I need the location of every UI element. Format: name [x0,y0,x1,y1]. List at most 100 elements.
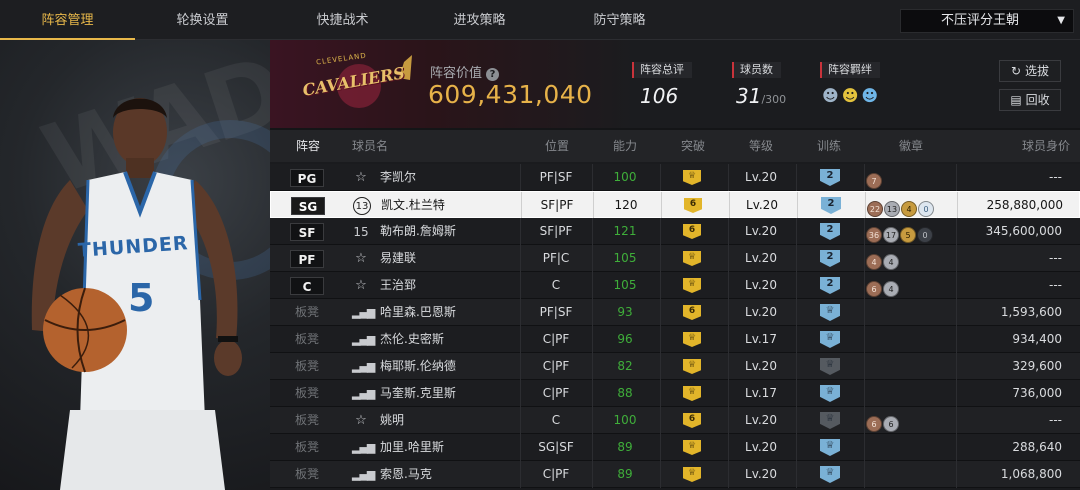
column-divider [864,218,865,245]
tab-lineup[interactable]: 阵容管理 [0,0,135,40]
training-badge[interactable]: 2 [820,223,840,240]
chevron-down-icon: ▼ [1057,15,1065,26]
tab-defense[interactable]: 防守策略 [552,0,687,40]
team-header: CLEVELAND CAVALIERS 阵容价值? 609,431,040 阵容… [270,40,1080,128]
table-row[interactable]: 板凳 ▂▄▆ 索恩.马克 C|PF 89 ♕ Lv.20 ♕ 1,068,800 [270,461,1080,488]
player-position: C|PF [542,467,570,481]
badge-medals[interactable]: 44 [866,250,900,270]
tab-rotation[interactable]: 轮换设置 [135,0,270,40]
table-row[interactable]: 板凳 ▂▄▆ 杰伦.史密斯 C|PF 96 ♕ Lv.17 ♕ 934,400 [270,326,1080,353]
column-divider [796,326,797,353]
tab-quick-tactics[interactable]: 快捷战术 [275,0,410,40]
medal-icon: 5 [900,227,916,243]
recycle-button-label: 回收 [1025,93,1050,107]
column-divider [864,164,865,191]
breakthrough-badge: 6 [684,198,702,213]
bench-tag: 板凳 [294,413,319,427]
scout-button-label: 选拔 [1024,64,1049,78]
column-divider [864,299,865,326]
table-row[interactable]: SG 13 凯文.杜兰特 SF|PF 120 6 Lv.20 2 22 13 4 0 258,880,0… [270,191,1080,219]
team-logo: CLEVELAND CAVALIERS [294,50,414,120]
training-crown-icon[interactable]: ♕ [820,331,840,348]
badge-medals[interactable]: 22 13 4 0 [867,197,935,217]
crown-icon: ♕ [683,170,701,185]
table-row[interactable]: 板凳 ▂▄▆ 哈里森.巴恩斯 PF|SF 93 6 Lv.20 ♕ 1,593,600 [270,299,1080,326]
column-divider [864,380,865,407]
medal-icon: 4 [883,254,899,270]
header-breakthrough: 突破 [680,139,705,153]
column-divider [661,192,662,219]
top-nav: 阵容管理 轮换设置 快捷战术 进攻策略 防守策略 不压评分王朝 ▼ [0,0,1080,40]
training-badge[interactable]: 2 [821,197,841,214]
player-name: 梅耶斯.伦纳德 [380,359,456,373]
player-position: SF|PF [539,224,573,238]
training-crown-icon[interactable]: ♕ [820,439,840,456]
signal-bars-icon: ▂▄▆ [352,387,375,400]
crown-icon: ♕ [683,440,701,455]
lineup-dropdown[interactable]: 不压评分王朝 ▼ [900,9,1074,33]
badge-medals[interactable]: 7 [866,169,883,189]
player-value: 934,400 [1012,332,1062,346]
lineup-slot-tag: SF [290,223,324,241]
table-row[interactable]: SF 15 勒布朗.詹姆斯 SF|PF 121 6 Lv.20 2 36 17 5 0 345,600,… [270,218,1080,245]
scout-button[interactable]: ↻ 选拔 [999,60,1061,82]
column-divider [660,272,661,299]
player-value: 1,068,800 [1000,467,1062,481]
training-badge[interactable]: 2 [820,250,840,267]
dropdown-value: 不压评分王朝 [941,13,1020,28]
training-badge[interactable]: 2 [820,277,840,294]
table-row[interactable]: PF ☆ 易建联 PF|C 105 ♕ Lv.20 2 4 4 --- [270,245,1080,272]
total-rating-label: 阵容总评 [632,62,692,78]
recycle-button[interactable]: ▤ 回收 [999,89,1061,111]
player-ability: 82 [617,359,633,373]
column-divider [660,380,661,407]
training-crown-icon[interactable]: ♕ [820,466,840,483]
medal-icon: 0 [918,201,934,217]
table-row[interactable]: 板凳 ▂▄▆ 马奎斯.克里斯 C|PF 88 ♕ Lv.17 ♕ 736,000 [270,380,1080,407]
training-crown-icon[interactable]: ♕ [820,358,840,375]
player-level: Lv.17 [745,332,777,346]
bond-icons[interactable]: ☻ ☻ ☻ [822,86,881,105]
column-divider [796,380,797,407]
player-position: PF|SF [539,170,573,184]
training-badge[interactable]: 2 [820,169,840,186]
table-row[interactable]: 板凳 ☆ 姚明 C 100 6 Lv.20 ♕ 6 6 --- [270,407,1080,434]
header-level: 等级 [748,139,773,153]
bench-tag: 板凳 [294,305,319,319]
badge-medals[interactable]: 66 [866,412,900,432]
medal-icon: 4 [866,254,882,270]
refresh-icon: ↻ [1011,64,1022,78]
medal-icon: 4 [901,201,917,217]
badge-medals[interactable]: 64 [866,277,900,297]
table-row[interactable]: 板凳 ▂▄▆ 梅耶斯.伦纳德 C|PF 82 ♕ Lv.20 ♕ 329,600 [270,353,1080,380]
crown-icon: ♕ [683,359,701,374]
medal-icon: 4 [883,281,899,297]
column-divider [796,299,797,326]
training-crown-icon[interactable]: ♕ [820,385,840,402]
player-value: --- [1049,413,1062,427]
column-divider [660,299,661,326]
header-training: 训练 [816,139,841,153]
training-crown-icon[interactable]: ♕ [820,412,840,429]
table-row[interactable]: PG ☆ 李凯尔 PF|SF 100 ♕ Lv.20 2 7 --- [270,164,1080,191]
player-name: 杰伦.史密斯 [380,332,444,346]
table-row[interactable]: 板凳 ▂▄▆ 加里.哈里斯 SG|SF 89 ♕ Lv.20 ♕ 288,640 [270,434,1080,461]
table-row[interactable]: C ☆ 王治郅 C 105 ♕ Lv.20 2 6 4 --- [270,272,1080,299]
tab-offense[interactable]: 进攻策略 [412,0,547,40]
column-divider [796,245,797,272]
column-divider [796,272,797,299]
badge-medals[interactable]: 36 17 5 0 [866,223,934,243]
training-crown-icon[interactable]: ♕ [820,304,840,321]
player-level: Lv.20 [745,467,777,481]
header-lineup: 阵容 [295,139,320,153]
medal-icon: 17 [883,227,899,243]
bond-group-icon: ☻ [861,86,879,105]
breakthrough-badge: 6 [683,224,701,239]
player-position: C [551,413,561,427]
bench-tag: 板凳 [294,440,319,454]
player-count-value: 31 [736,84,762,108]
medal-icon: 0 [917,227,933,243]
column-divider [796,353,797,380]
column-divider [796,461,797,488]
column-divider [660,461,661,488]
